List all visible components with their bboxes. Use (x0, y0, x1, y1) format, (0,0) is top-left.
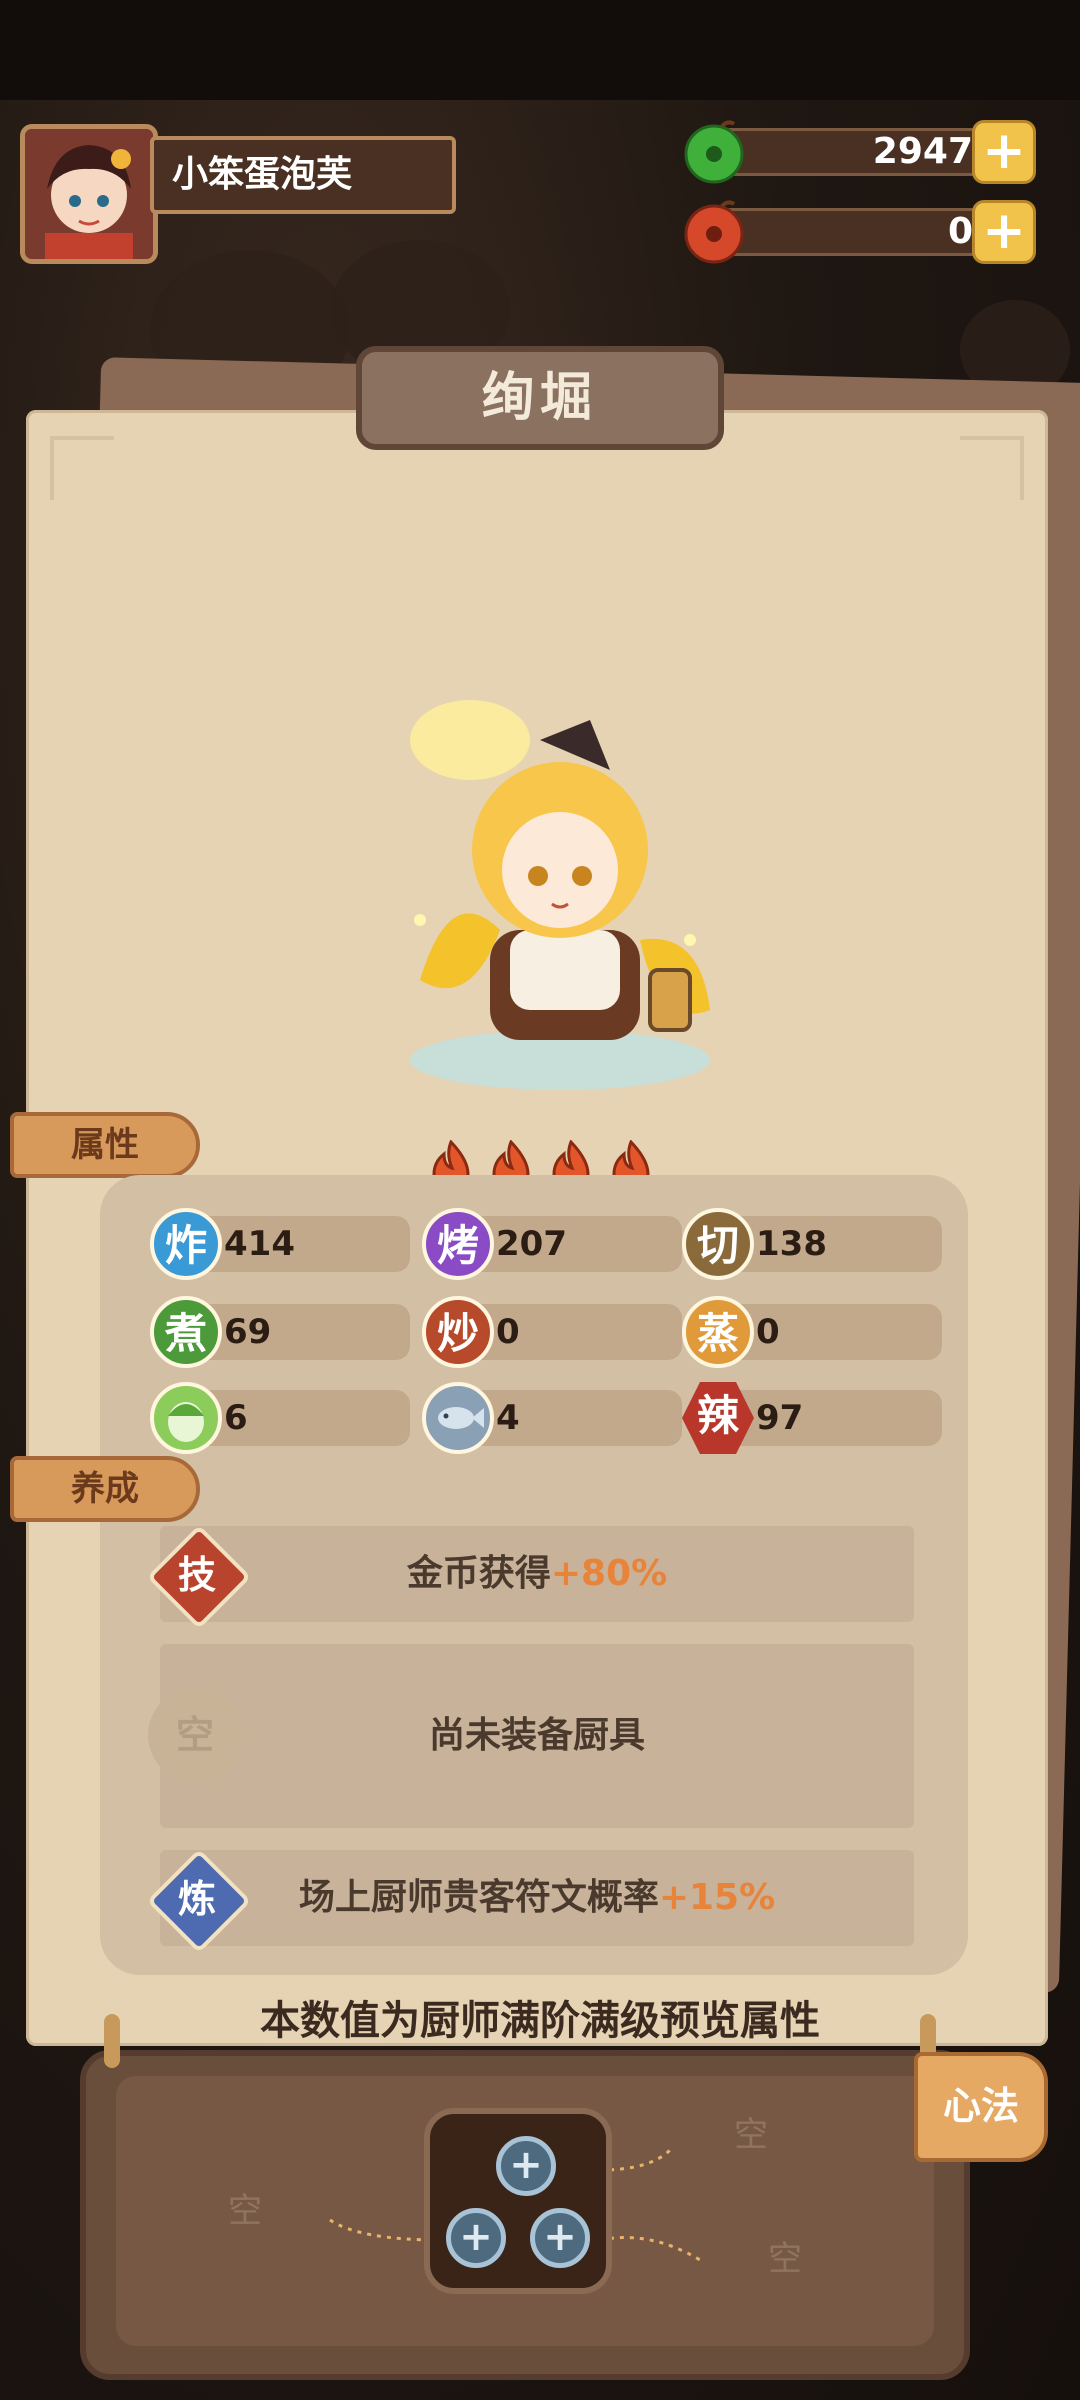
red-coin-icon (684, 200, 744, 264)
xinfa-empty-slot[interactable]: 空 (696, 2110, 806, 2160)
cabbage-icon (150, 1382, 222, 1454)
add-red-button[interactable]: + (972, 200, 1036, 264)
red-amount: 0 (722, 208, 992, 256)
skill-text: 金币获得 (406, 1553, 551, 1594)
chef-name-title: 绚堀 (356, 346, 724, 450)
xinfa-empty-slot[interactable]: 空 (730, 2234, 840, 2284)
skill-row[interactable]: 金币获得+80% (160, 1526, 914, 1622)
jade-amount: 2947 (722, 128, 992, 176)
status-bar-area (0, 0, 1080, 100)
scroll-rod (104, 2014, 120, 2068)
empty-equip-slot[interactable]: 空 (148, 1688, 242, 1782)
stat-cut: 138 切 (682, 1208, 942, 1280)
stat-roast: 207 烤 (422, 1208, 682, 1280)
stat-boil: 69 煮 (150, 1296, 410, 1368)
jade-coin-icon (684, 120, 744, 184)
currency-jade: 2947 + (682, 120, 1042, 184)
roast-icon: 烤 (422, 1208, 494, 1280)
preview-note: 本数值为厨师满阶满级预览属性 (260, 1998, 820, 2044)
cultivation-section-tag: 养成 (10, 1456, 200, 1522)
refine-badge: 炼 (177, 1877, 216, 1921)
currency-red: 0 + (682, 200, 1042, 264)
stat-vegetable: 6 (150, 1382, 410, 1454)
refine-bonus: +15% (658, 1877, 776, 1918)
xinfa-empty-slot[interactable]: 空 (190, 2186, 300, 2236)
equip-row[interactable]: 尚未装备厨具 (160, 1644, 914, 1828)
corner-ornament (960, 436, 1024, 500)
corner-ornament (50, 436, 114, 500)
stat-steam: 0 蒸 (682, 1296, 942, 1368)
avatar-portrait-icon (25, 129, 153, 259)
fish-icon (422, 1382, 494, 1454)
stat-stirfry: 0 炒 (422, 1296, 682, 1368)
skill-bonus: +80% (550, 1553, 668, 1594)
player-avatar[interactable] (20, 124, 158, 264)
fry-icon: 炸 (150, 1208, 222, 1280)
stirfry-icon: 炒 (422, 1296, 494, 1368)
skill-badge-icon: 技 (146, 1524, 252, 1630)
player-name: 小笨蛋泡芙 (150, 136, 456, 214)
stat-spicy: 97 辣 (682, 1382, 942, 1454)
stat-fry: 414 炸 (150, 1208, 410, 1280)
stat-fish: 4 (422, 1382, 682, 1454)
skill-badge: 技 (177, 1553, 216, 1597)
refine-row[interactable]: 场上厨师贵客符文概率+15% (160, 1850, 914, 1946)
refine-text: 场上厨师贵客符文概率 (298, 1877, 659, 1918)
boil-icon: 煮 (150, 1296, 222, 1368)
add-xinfa-slot-button[interactable]: + (446, 2208, 506, 2268)
add-xinfa-slot-button[interactable]: + (496, 2136, 556, 2196)
equip-text: 尚未装备厨具 (428, 1715, 645, 1756)
steam-icon: 蒸 (682, 1296, 754, 1368)
xinfa-tab[interactable]: 心法 (914, 2052, 1048, 2162)
cut-icon: 切 (682, 1208, 754, 1280)
add-xinfa-slot-button[interactable]: + (530, 2208, 590, 2268)
chef-character-image (410, 700, 710, 1090)
add-jade-button[interactable]: + (972, 120, 1036, 184)
refine-badge-icon: 炼 (146, 1848, 252, 1954)
attributes-section-tag: 属性 (10, 1112, 200, 1178)
